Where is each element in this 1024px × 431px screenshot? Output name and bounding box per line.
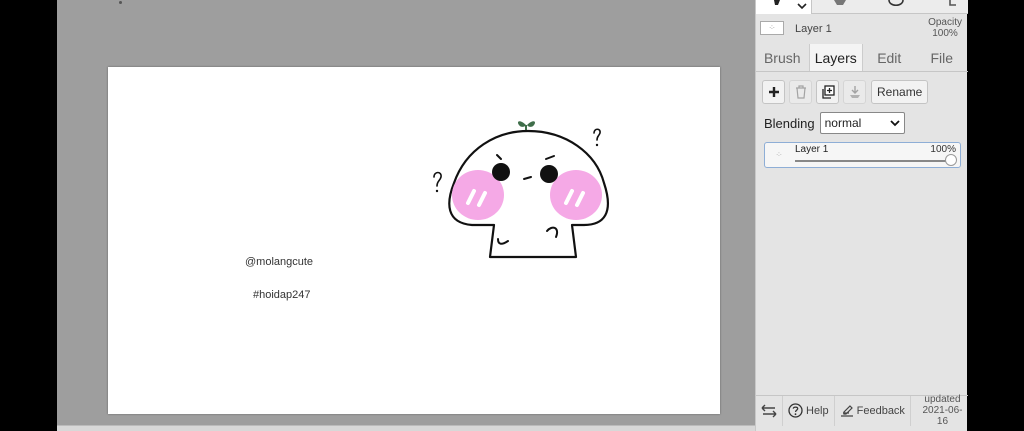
merge-down-icon <box>849 86 860 98</box>
tab-brush[interactable]: Brush <box>756 44 809 71</box>
side-panel: ·:· Layer 1 Opacity 100% Brush Layers Ed… <box>755 0 968 431</box>
tab-edit[interactable]: Edit <box>863 44 916 71</box>
updated-info: updated 2021-06-16 <box>911 394 968 427</box>
feedback-label: Feedback <box>856 404 905 417</box>
blush-right <box>550 170 602 220</box>
sprout-leaf-right <box>527 121 536 127</box>
brush-icon <box>774 0 780 5</box>
updated-label: updated <box>924 394 961 405</box>
chevron-down-icon <box>889 120 900 127</box>
opacity-readout: Opacity 100% <box>928 17 962 39</box>
eye-left <box>492 163 510 181</box>
opacity-value: 100% <box>932 28 958 39</box>
eraser-icon <box>834 0 846 5</box>
current-layer-name: Layer 1 <box>795 23 832 35</box>
corner-icon <box>949 0 956 6</box>
panel-tabs: Brush Layers Edit File <box>756 44 968 72</box>
layer-opacity-slider-track[interactable] <box>795 160 948 162</box>
eye-right <box>540 165 558 183</box>
updated-date: 2021-06-16 <box>922 405 963 427</box>
select-tool[interactable] <box>924 0 968 14</box>
rename-layer-button[interactable]: Rename <box>871 80 929 104</box>
tab-file[interactable]: File <box>916 44 969 71</box>
swap-panel-button[interactable] <box>756 395 783 426</box>
question-mark-right <box>593 128 601 141</box>
eraser-tool[interactable] <box>812 0 868 14</box>
swap-arrows-icon <box>761 404 777 417</box>
canvas-text-hashtag: #hoidap247 <box>253 289 311 301</box>
question-mark-left <box>433 171 442 187</box>
circle-icon <box>888 0 904 7</box>
feedback-button[interactable]: Feedback <box>835 395 911 426</box>
panel-footer: Help Feedback updated 2021-06-16 <box>756 394 968 427</box>
chevron-down-icon <box>797 3 807 10</box>
cursor-dot <box>119 1 122 4</box>
app-window: @molangcute #hoidap247 ·:· Layer 1 Opaci… <box>0 0 1024 431</box>
help-icon <box>788 403 803 418</box>
duplicate-layer-button[interactable] <box>816 80 839 104</box>
drawing-canvas[interactable]: @molangcute #hoidap247 <box>108 67 720 414</box>
current-layer-header[interactable]: ·:· Layer 1 Opacity 100% <box>756 14 968 44</box>
blending-select[interactable]: normal <box>819 112 905 134</box>
add-layer-button[interactable] <box>762 80 785 104</box>
shape-tool[interactable] <box>868 0 924 14</box>
merge-down-button[interactable] <box>843 80 866 104</box>
sprout-leaf-left <box>517 121 526 127</box>
blending-value: normal <box>824 116 862 130</box>
tool-row <box>756 0 968 14</box>
blending-row: Blending normal <box>764 112 905 134</box>
plus-icon <box>768 87 779 97</box>
help-button[interactable]: Help <box>783 395 835 426</box>
layer-thumbnail: ·:· <box>776 152 782 158</box>
trash-icon <box>795 85 806 99</box>
layer-list-item[interactable]: ·:· Layer 1 100% <box>764 142 961 168</box>
layer-thumbnail: ·:· <box>760 21 784 35</box>
opacity-label: Opacity <box>928 17 962 28</box>
tab-layers[interactable]: Layers <box>808 44 863 71</box>
layer-opacity-slider-handle[interactable] <box>945 154 957 166</box>
blending-label: Blending <box>764 115 815 131</box>
canvas-workspace[interactable]: @molangcute #hoidap247 <box>57 0 755 431</box>
help-label: Help <box>806 404 829 417</box>
brush-tool-selector[interactable] <box>756 0 812 14</box>
feedback-icon <box>840 404 853 417</box>
delete-layer-button[interactable] <box>789 80 812 104</box>
molang-drawing <box>433 121 609 259</box>
canvas-text-handle: @molangcute <box>245 256 314 268</box>
duplicate-icon <box>821 85 835 99</box>
layer-name: Layer 1 <box>795 144 829 155</box>
layer-toolbar: Rename <box>762 80 929 106</box>
